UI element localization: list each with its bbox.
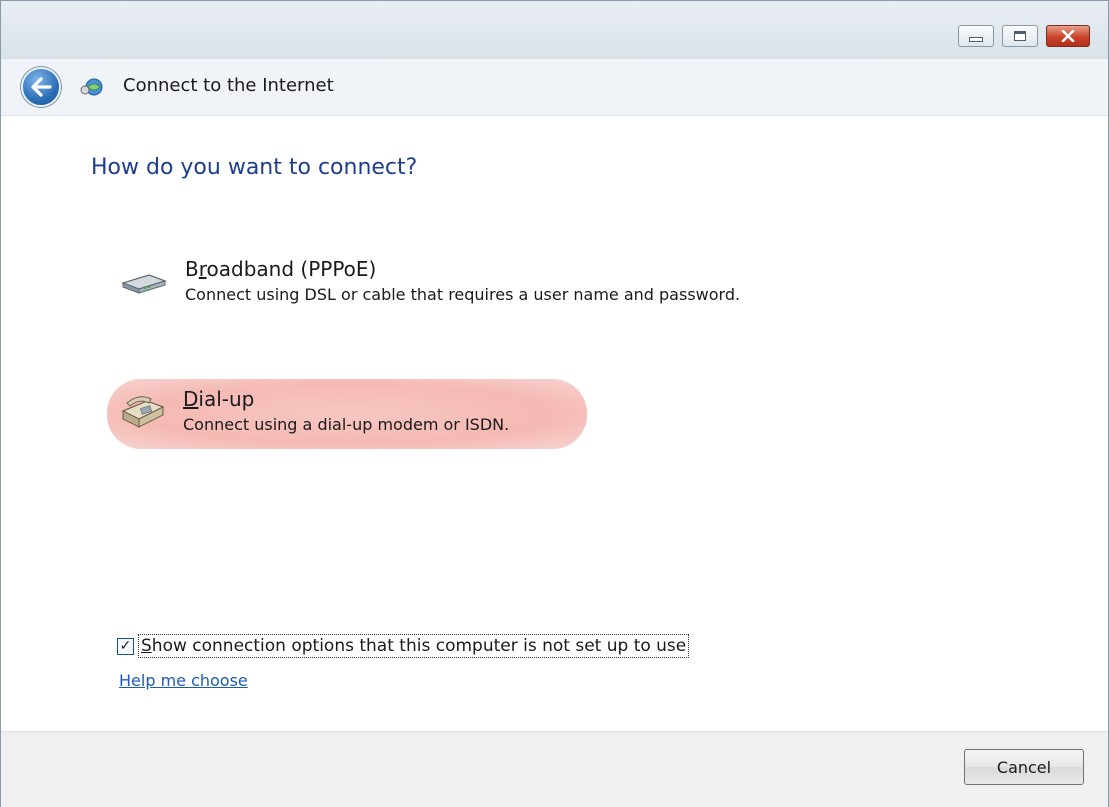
window-title: Connect to the Internet xyxy=(123,75,334,96)
option-dial-up-title: Dial-up xyxy=(183,385,509,413)
maximize-button[interactable] xyxy=(1002,25,1038,47)
minimize-icon xyxy=(969,36,983,42)
connect-to-internet-window: Connect to the Internet How do you want … xyxy=(0,0,1109,807)
option-broadband-description: Connect using DSL or cable that requires… xyxy=(185,285,741,304)
close-button[interactable] xyxy=(1046,25,1090,47)
show-options-checkbox[interactable]: ✓ xyxy=(117,637,134,655)
show-options-label[interactable]: Show connection options that this comput… xyxy=(138,634,690,658)
option-dial-up[interactable]: Dial-up Connect using a dial-up modem or… xyxy=(107,379,587,449)
back-button[interactable] xyxy=(21,67,61,107)
option-dial-up-description: Connect using a dial-up modem or ISDN. xyxy=(183,415,510,434)
title-text: ial-up xyxy=(198,387,255,411)
option-broadband-title: Broadband (PPPoE) xyxy=(185,255,740,283)
title-bar xyxy=(1,1,1108,60)
network-globe-icon xyxy=(80,78,103,96)
wizard-header: Connect to the Internet xyxy=(1,59,1108,116)
caption-buttons xyxy=(958,25,1090,47)
page-heading: How do you want to connect? xyxy=(91,155,418,180)
minimize-button[interactable] xyxy=(958,25,994,47)
option-broadband[interactable]: Broadband (PPPoE) Connect using DSL or c… xyxy=(109,247,869,321)
option-dial-up-text: Dial-up Connect using a dial-up modem or… xyxy=(183,385,509,437)
label-text: how connection options that this compute… xyxy=(151,636,687,656)
help-me-choose-link[interactable]: Help me choose xyxy=(119,671,248,690)
maximize-icon xyxy=(1014,31,1026,41)
show-options-checkbox-row[interactable]: ✓ Show connection options that this comp… xyxy=(117,634,690,658)
back-arrow-icon xyxy=(31,77,52,97)
telephone-icon xyxy=(121,396,165,428)
title-text: oadband (PPPoE) xyxy=(206,257,377,281)
option-broadband-text: Broadband (PPPoE) Connect using DSL or c… xyxy=(185,255,740,307)
access-key: D xyxy=(183,387,199,411)
close-icon xyxy=(1061,30,1075,42)
cancel-button[interactable]: Cancel xyxy=(964,749,1084,785)
access-key: r xyxy=(198,257,207,281)
wizard-footer: Cancel xyxy=(1,731,1108,807)
title-text: B xyxy=(185,257,199,281)
modem-icon xyxy=(121,274,167,294)
access-key: S xyxy=(141,636,152,656)
